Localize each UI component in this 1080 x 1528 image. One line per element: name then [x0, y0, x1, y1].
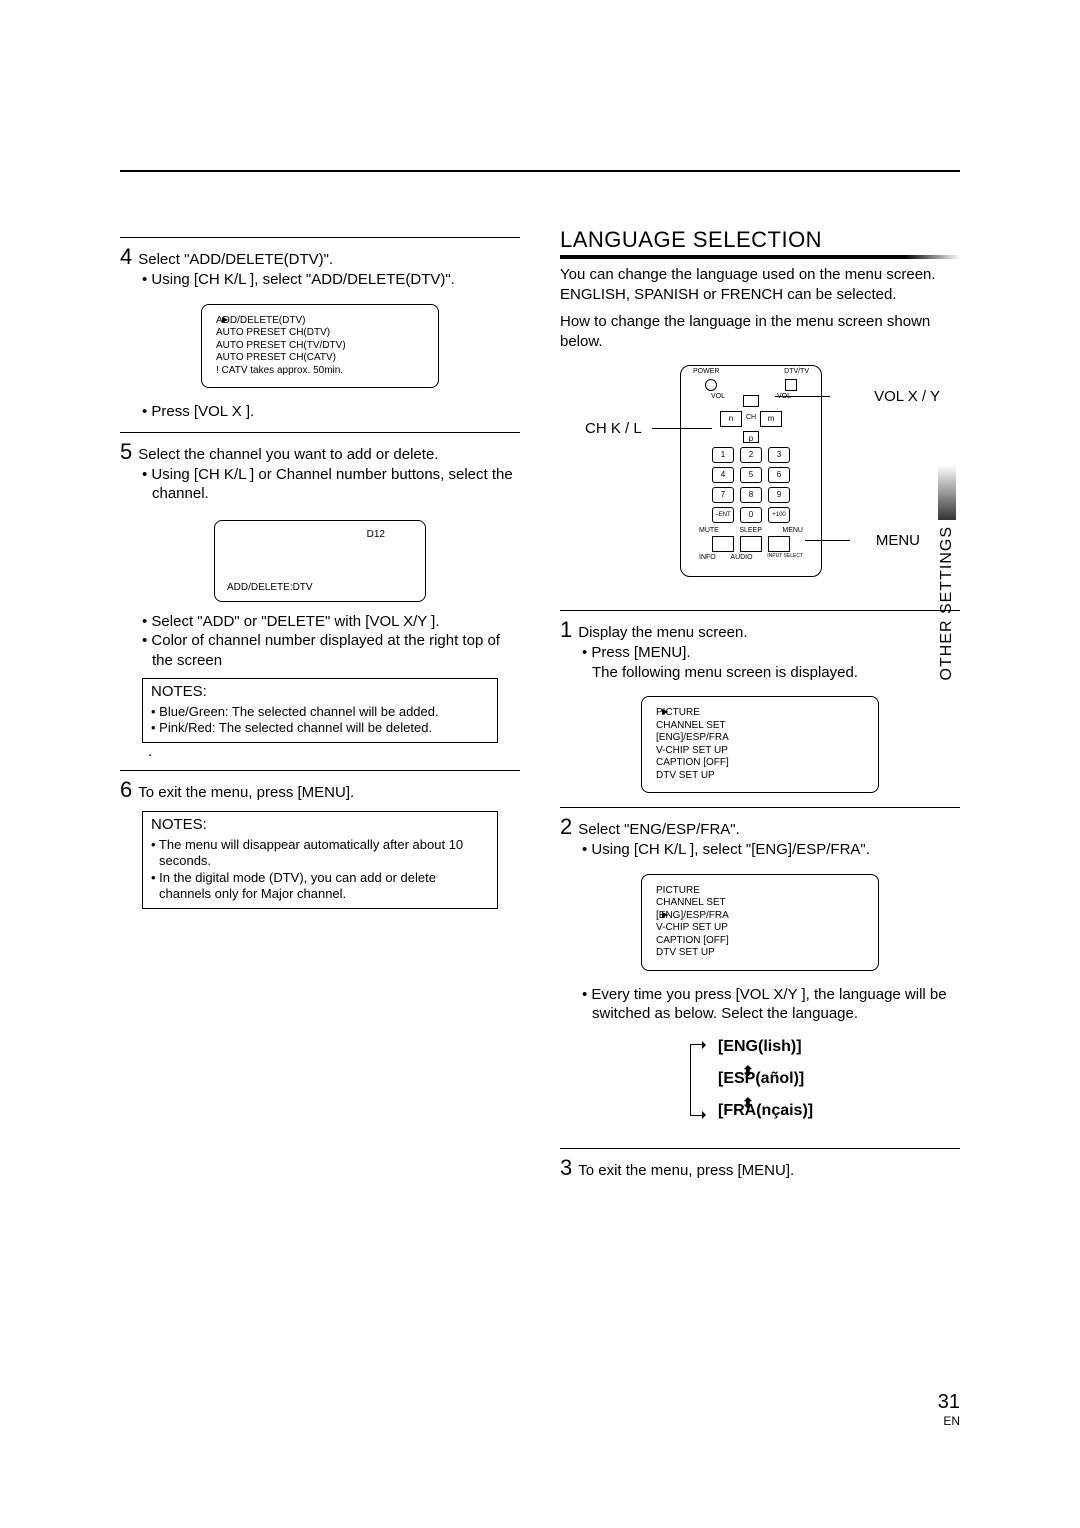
callout-menu: MENU	[876, 532, 920, 549]
page-footer: 31 EN	[938, 1391, 960, 1428]
page-number: 31	[938, 1391, 960, 1414]
screen-channel: D12 ADD/DELETE:DTV	[214, 520, 426, 602]
callout-ch: CH K / L	[585, 420, 642, 437]
side-tab: OTHER SETTINGS	[934, 465, 960, 665]
language-cycle: [ENG(lish)] [ESP(añol)] [FRA(nçais)]	[690, 1038, 830, 1134]
step4-bullet: • Using [CH K/L ], select "ADD/DELETE(DT…	[142, 270, 520, 290]
callout-vol: VOL X / Y	[874, 388, 940, 405]
page-lang: EN	[938, 1414, 960, 1428]
notes-box-2: NOTES: • The menu will disappear automat…	[142, 811, 498, 909]
r-step-2: 2 Select "ENG/ESP/FRA".	[560, 814, 960, 840]
left-column: 4 Select "ADD/DELETE(DTV)". • Using [CH …	[120, 227, 520, 1181]
r-step-1: 1 Display the menu screen.	[560, 617, 960, 643]
side-gradient-icon	[938, 465, 956, 520]
lang-esp: [ESP(añol)]	[690, 1070, 830, 1102]
step-6: 6 To exit the menu, press [MENU].	[120, 777, 520, 803]
notes-box-1: NOTES: • Blue/Green: The selected channe…	[142, 678, 498, 743]
step4-after: • Press [VOL X ].	[142, 402, 520, 422]
menu-screen-2: PICTURE CHANNEL SET [ENG]/ESP/FRA V-CHIP…	[641, 874, 879, 971]
r-step-3: 3 To exit the menu, press [MENU].	[560, 1155, 960, 1181]
menu-screen-1: PICTURE CHANNEL SET [ENG]/ESP/FRA V-CHIP…	[641, 696, 879, 793]
dot: .	[148, 743, 520, 760]
side-tab-label: OTHER SETTINGS	[938, 526, 956, 680]
step-title: Select the channel you want to add or de…	[138, 446, 438, 463]
intro-2: How to change the language in the menu s…	[560, 312, 960, 353]
right-column: LANGUAGE SELECTION You can change the la…	[560, 227, 960, 1181]
step5-sub2: • Color of channel number displayed at t…	[142, 631, 520, 670]
remote-diagram: POWER DTV/TV VOL VOL n	[590, 360, 930, 600]
section-title: LANGUAGE SELECTION	[560, 227, 960, 259]
step-num: 5	[120, 439, 132, 465]
top-rule	[120, 170, 960, 172]
step-num: 4	[120, 244, 132, 270]
step-num: 6	[120, 777, 132, 803]
step5-sub1: • Select "ADD" or "DELETE" with [VOL X/Y…	[142, 612, 520, 632]
lang-eng: [ENG(lish)]	[690, 1038, 830, 1070]
step-title: Select "ADD/DELETE(DTV)".	[138, 251, 333, 268]
step-5: 5 Select the channel you want to add or …	[120, 439, 520, 465]
step-title: To exit the menu, press [MENU].	[138, 784, 354, 801]
step-4: 4 Select "ADD/DELETE(DTV)".	[120, 244, 520, 270]
lang-fra: [FRA(nçais)]	[690, 1102, 830, 1134]
intro-1: You can change the language used on the …	[560, 265, 960, 306]
step5-bullet: • Using [CH K/L ] or Channel number butt…	[142, 465, 520, 504]
screen-add-delete: ADD/DELETE(DTV) AUTO PRESET CH(DTV) AUTO…	[201, 304, 439, 389]
